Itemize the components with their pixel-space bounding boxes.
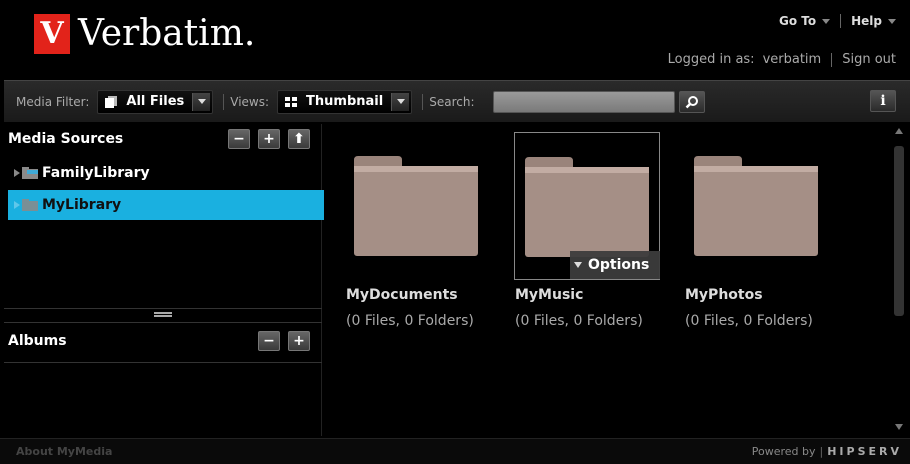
divider: | — [819, 445, 824, 458]
files-icon — [105, 95, 118, 108]
media-filter-label: Media Filter: — [16, 94, 90, 109]
folder-meta: (0 Files, 0 Folders) — [685, 313, 813, 329]
sidebar-item-mylibrary[interactable]: MyLibrary — [8, 190, 324, 220]
scroll-down-icon[interactable] — [895, 424, 903, 430]
sign-out-link[interactable]: Sign out — [842, 52, 896, 67]
sidebar-item-familylibrary[interactable]: FamilyLibrary — [8, 158, 324, 188]
sidebar-item-label: FamilyLibrary — [42, 165, 150, 181]
views-dropdown[interactable]: Thumbnail — [277, 89, 413, 114]
sidebar-item-label: MyLibrary — [42, 197, 122, 213]
albums-title: Albums — [8, 333, 67, 349]
login-status: Logged in as: verbatim Sign out — [668, 52, 896, 67]
divider — [4, 362, 322, 363]
options-label: Options — [588, 257, 650, 273]
about-mymedia-link[interactable]: About MyMedia — [16, 445, 112, 458]
powered-by: Powered by | HIPSERV — [752, 445, 902, 458]
folder-tile-mymusic[interactable]: Options — [514, 132, 660, 280]
search-button[interactable] — [678, 90, 705, 113]
folder-tile-myphotos[interactable] — [684, 132, 830, 280]
scroll-thumb[interactable] — [894, 146, 904, 316]
folder-meta: (0 Files, 0 Folders) — [346, 313, 474, 329]
folder-name[interactable]: MyPhotos — [685, 287, 763, 303]
logo-mark: V — [34, 14, 70, 54]
grid-icon — [285, 96, 298, 107]
search-label: Search: — [429, 94, 475, 109]
chevron-down-icon — [888, 18, 896, 24]
expand-arrow-icon[interactable] — [14, 169, 20, 177]
folder-icon — [22, 199, 38, 211]
folder-tile-mydocuments[interactable] — [344, 132, 490, 280]
move-up-button[interactable]: ⬆ — [288, 129, 310, 149]
folder-icon — [22, 167, 38, 179]
verbatim-logo: V Verbatim. — [34, 12, 255, 56]
remove-album-button[interactable]: − — [258, 331, 280, 351]
toolbar: Media Filter: All Files Views: Thumbnail… — [4, 80, 910, 122]
top-menu: Go To Help — [779, 14, 896, 28]
media-sources-header: Media Sources − + ⬆ — [4, 124, 322, 154]
media-sources-title: Media Sources — [8, 131, 124, 147]
options-button[interactable]: Options — [570, 251, 660, 279]
folder-name[interactable]: MyMusic — [515, 287, 583, 303]
goto-menu[interactable]: Go To — [779, 14, 816, 28]
resize-grip-icon[interactable] — [154, 312, 172, 317]
views-label: Views: — [230, 94, 270, 109]
chevron-down-icon — [574, 262, 582, 268]
chevron-down-icon — [192, 92, 211, 111]
search-input[interactable] — [492, 90, 675, 113]
media-filter-value: All Files — [126, 94, 185, 109]
views-value: Thumbnail — [306, 94, 384, 109]
hipserv-logo: HIPSERV — [827, 445, 902, 458]
chevron-down-icon — [391, 92, 410, 111]
folder-icon — [354, 156, 478, 256]
vertical-scrollbar[interactable] — [892, 124, 906, 436]
info-button[interactable]: i — [870, 90, 896, 112]
divider — [422, 93, 424, 110]
help-menu[interactable]: Help — [851, 14, 882, 28]
footer: About MyMedia Powered by | HIPSERV — [0, 438, 910, 464]
sidebar: Media Sources − + ⬆ FamilyLibrary MyLibr… — [4, 124, 324, 436]
file-browser: MyDocuments (0 Files, 0 Folders) Options… — [330, 124, 892, 436]
search-icon — [685, 95, 698, 108]
divider — [223, 93, 225, 110]
divider — [831, 52, 833, 67]
folder-icon — [694, 156, 818, 256]
folder-icon — [525, 157, 649, 257]
albums-header: Albums − + — [4, 326, 322, 356]
divider — [4, 308, 322, 309]
logged-in-label: Logged in as: — [667, 52, 755, 67]
add-album-button[interactable]: + — [288, 331, 310, 351]
media-filter-dropdown[interactable]: All Files — [97, 89, 214, 114]
logo-wordmark: Verbatim. — [78, 13, 256, 54]
scroll-up-icon[interactable] — [895, 128, 903, 134]
folder-meta: (0 Files, 0 Folders) — [515, 313, 643, 329]
add-source-button[interactable]: + — [258, 129, 280, 149]
powered-by-label: Powered by — [751, 445, 816, 458]
folder-name[interactable]: MyDocuments — [346, 287, 458, 303]
menu-divider — [840, 14, 842, 28]
expand-arrow-icon[interactable] — [14, 201, 20, 209]
header: V Verbatim. Go To Help Logged in as: ver… — [0, 0, 910, 78]
username: verbatim — [762, 52, 822, 67]
remove-source-button[interactable]: − — [228, 129, 250, 149]
divider — [4, 322, 322, 323]
chevron-down-icon — [822, 18, 831, 24]
